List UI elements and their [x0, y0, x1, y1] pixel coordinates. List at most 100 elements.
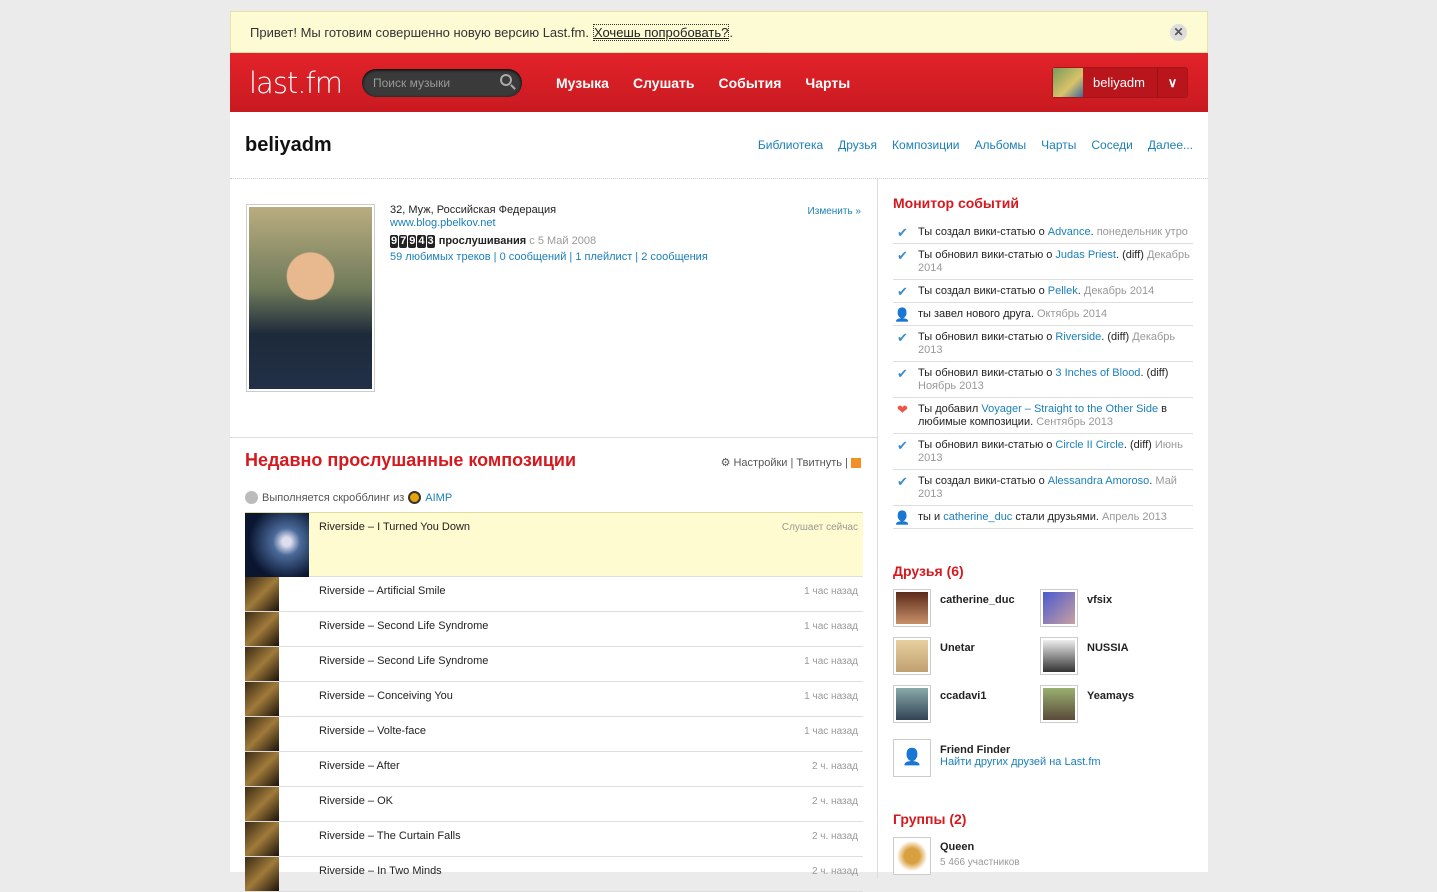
track-name[interactable]: Riverside – Second Life Syndrome	[319, 655, 488, 667]
close-icon[interactable]: ✕	[1170, 24, 1187, 41]
album-art[interactable]	[245, 752, 279, 786]
profile-tab[interactable]: Соседи	[1091, 138, 1132, 152]
lastfm-logo[interactable]: last.fm	[249, 66, 343, 100]
since-date: с 5 Май 2008	[529, 235, 597, 247]
stat-link[interactable]: 2 сообщения	[641, 251, 708, 263]
friend-name[interactable]: catherine_duc	[940, 594, 1015, 627]
friend-finder-link[interactable]: Найти других друзей на Last.fm	[940, 756, 1101, 768]
album-art[interactable]	[245, 822, 279, 856]
aimp-link[interactable]: AIMP	[425, 492, 452, 504]
track-row[interactable]: Riverside – Conceiving You 1 час назад	[245, 682, 863, 717]
friends-title[interactable]: Друзья (6)	[893, 563, 1193, 579]
track-name[interactable]: Riverside – OK	[319, 795, 393, 807]
track-name[interactable]: Riverside – Volte-face	[319, 725, 426, 737]
album-art[interactable]	[245, 717, 279, 751]
album-art[interactable]	[245, 513, 309, 577]
track-row[interactable]: Riverside – OK 2 ч. назад	[245, 787, 863, 822]
chevron-down-icon[interactable]: ∨	[1157, 68, 1187, 97]
profile-photo[interactable]	[246, 204, 375, 392]
track-row[interactable]: Riverside – After 2 ч. назад	[245, 752, 863, 787]
event-link[interactable]: Circle II Circle	[1055, 439, 1123, 451]
search-input[interactable]: Поиск музыки	[362, 68, 522, 97]
friend-item[interactable]: catherine_duc	[893, 589, 1040, 627]
edit-profile-link[interactable]: Изменить »	[808, 206, 861, 217]
profile-tab[interactable]: Библиотека	[758, 138, 823, 152]
album-art[interactable]	[245, 577, 279, 611]
profile-tab[interactable]: Композиции	[892, 138, 959, 152]
nav-events[interactable]: События	[719, 75, 782, 91]
track-row[interactable]: Riverside – In Two Minds 2 ч. назад	[245, 857, 863, 892]
stat-link[interactable]: 1 плейлист	[575, 251, 632, 263]
stat-link[interactable]: 0 сообщений	[500, 251, 567, 263]
user-menu[interactable]: beliyadm ∨	[1051, 67, 1188, 98]
user-name[interactable]: beliyadm	[1083, 75, 1157, 90]
album-art[interactable]	[245, 787, 279, 821]
nav-listen[interactable]: Слушать	[633, 75, 695, 91]
friend-name[interactable]: vfsix	[1087, 594, 1112, 627]
groups-title[interactable]: Группы (2)	[893, 811, 1193, 827]
friend-avatar[interactable]	[1040, 685, 1078, 723]
friend-avatar[interactable]	[893, 637, 931, 675]
profile-tab[interactable]: Далее...	[1148, 138, 1193, 152]
friend-item[interactable]: Unetar	[893, 637, 1040, 675]
event-link[interactable]: Advance	[1048, 226, 1091, 238]
track-name[interactable]: Riverside – After	[319, 760, 400, 772]
nav-charts[interactable]: Чарты	[805, 75, 850, 91]
friend-avatar[interactable]	[1040, 637, 1078, 675]
track-name[interactable]: Riverside – Conceiving You	[319, 690, 453, 702]
friend-finder-title[interactable]: Friend Finder	[940, 744, 1101, 756]
event-item: ❤ Ты добавил Voyager – Straight to the Ot…	[893, 398, 1193, 434]
track-row[interactable]: Riverside – Second Life Syndrome 1 час на…	[245, 612, 863, 647]
friend-avatar[interactable]	[893, 685, 931, 723]
group-name[interactable]: Queen	[940, 841, 1020, 853]
event-link[interactable]: Pellek	[1048, 285, 1078, 297]
friend-avatar[interactable]	[893, 589, 931, 627]
event-link[interactable]: Voyager – Straight to the Other Side	[981, 403, 1158, 415]
track-name[interactable]: Riverside – Second Life Syndrome	[319, 620, 488, 632]
album-art[interactable]	[245, 647, 279, 681]
album-art[interactable]	[245, 857, 279, 891]
event-link[interactable]: 3 Inches of Blood	[1055, 367, 1140, 379]
track-name[interactable]: Riverside – I Turned You Down	[319, 521, 470, 533]
banner-try-link[interactable]: Хочешь попробовать?	[592, 23, 730, 41]
friend-name[interactable]: Unetar	[940, 642, 975, 675]
friend-item[interactable]: ccadavi1	[893, 685, 1040, 723]
profile-tab[interactable]: Альбомы	[974, 138, 1026, 152]
recent-tracks-title[interactable]: Недавно прослушанные композиции	[245, 450, 576, 471]
event-link[interactable]: catherine_duc	[943, 511, 1012, 523]
track-row[interactable]: Riverside – Second Life Syndrome 1 час на…	[245, 647, 863, 682]
tweet-link[interactable]: Твитнуть	[796, 457, 842, 469]
album-art[interactable]	[245, 612, 279, 646]
profile-website-link[interactable]: www.blog.pbelkov.net	[390, 217, 496, 229]
track-name[interactable]: Riverside – In Two Minds	[319, 865, 442, 877]
friend-finder[interactable]: 👤 Friend Finder Найти других друзей на La…	[893, 739, 1193, 777]
track-row[interactable]: Riverside – The Curtain Falls 2 ч. назад	[245, 822, 863, 857]
search-icon[interactable]	[500, 73, 512, 86]
event-item: ✔ Ты обновил вики-статью о Circle II Circ…	[893, 434, 1193, 470]
event-text: Ты создал вики-статью о Advance. понедел…	[918, 226, 1188, 239]
friend-name[interactable]: Yeamays	[1087, 690, 1134, 723]
profile-tab[interactable]: Друзья	[838, 138, 877, 152]
settings-link[interactable]: ⚙ Настройки	[721, 457, 788, 469]
track-name[interactable]: Riverside – Artificial Smile	[319, 585, 446, 597]
track-row[interactable]: Riverside – Artificial Smile 1 час назад	[245, 577, 863, 612]
track-name[interactable]: Riverside – The Curtain Falls	[319, 830, 461, 842]
track-row[interactable]: Riverside – I Turned You Down Слушает сей…	[245, 512, 863, 577]
album-art[interactable]	[245, 682, 279, 716]
event-link[interactable]: Riverside	[1055, 331, 1101, 343]
friend-name[interactable]: NUSSIA	[1087, 642, 1129, 675]
profile-tab[interactable]: Чарты	[1041, 138, 1076, 152]
group-item[interactable]: Queen 5 466 участников	[893, 837, 1193, 875]
event-link[interactable]: Alessandra Amoroso	[1048, 475, 1150, 487]
friend-item[interactable]: vfsix	[1040, 589, 1187, 627]
rss-icon[interactable]	[851, 458, 861, 469]
event-link[interactable]: Judas Priest	[1055, 249, 1116, 261]
nav-music[interactable]: Музыка	[556, 75, 609, 91]
stat-link[interactable]: 59 любимых треков	[390, 251, 491, 263]
friend-avatar[interactable]	[1040, 589, 1078, 627]
friend-item[interactable]: Yeamays	[1040, 685, 1187, 723]
friend-name[interactable]: ccadavi1	[940, 690, 986, 723]
track-row[interactable]: Riverside – Volte-face 1 час назад	[245, 717, 863, 752]
friend-item[interactable]: NUSSIA	[1040, 637, 1187, 675]
events-title[interactable]: Монитор событий	[893, 195, 1193, 211]
